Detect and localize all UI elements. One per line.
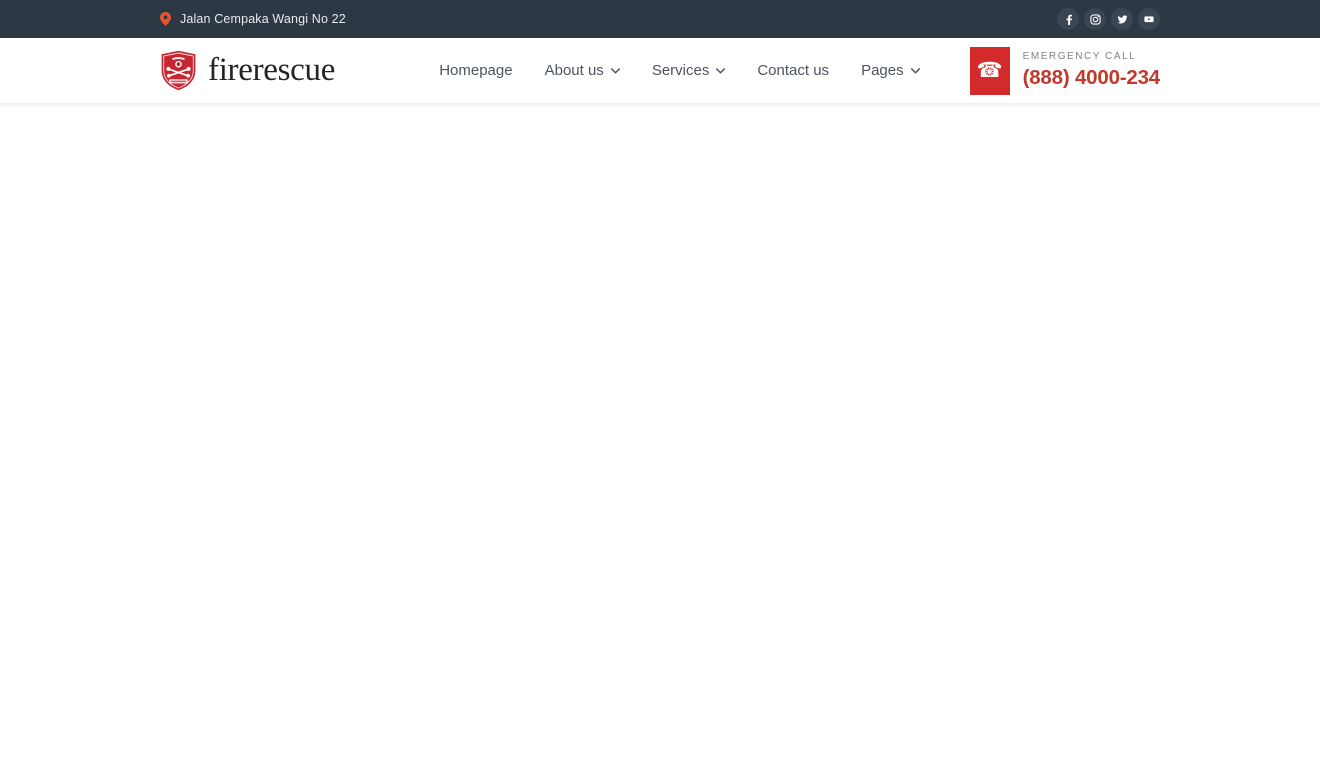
page-content-area: [0, 103, 1320, 757]
nav-item-contact-us-label: Contact us: [757, 62, 830, 79]
emergency-call-block[interactable]: ☎ EMERGENCY CALL (888) 4000-234: [969, 46, 1161, 95]
header-right: Homepage About us Services Contact us Pa…: [423, 46, 1161, 95]
social-links: [1057, 8, 1160, 30]
nav-item-about-us[interactable]: About us: [529, 63, 636, 78]
nav-item-contact-us[interactable]: Contact us: [741, 63, 845, 78]
nav-item-pages[interactable]: Pages: [845, 63, 936, 78]
brand-name-text: firerescue: [208, 52, 336, 88]
facebook-icon[interactable]: [1057, 8, 1079, 30]
chevron-down-icon: [716, 67, 726, 74]
main-navigation: Homepage About us Services Contact us Pa…: [423, 63, 935, 78]
emergency-call-text: EMERGENCY CALL (888) 4000-234: [1010, 47, 1161, 95]
emergency-call-label: EMERGENCY CALL: [1022, 51, 1137, 63]
nav-item-services[interactable]: Services: [636, 63, 742, 78]
brand-logo[interactable]: firerescue: [160, 50, 335, 91]
nav-item-services-label: Services: [651, 62, 710, 79]
instagram-icon[interactable]: [1084, 8, 1106, 30]
top-bar-address-text: Jalan Cempaka Wangi No 22: [180, 11, 346, 26]
chevron-down-icon: [610, 67, 620, 74]
twitter-icon[interactable]: [1111, 8, 1133, 30]
nav-item-about-us-label: About us: [544, 62, 604, 79]
chevron-down-icon: [910, 67, 920, 74]
nav-item-homepage[interactable]: Homepage: [423, 63, 528, 78]
top-bar-location: Jalan Cempaka Wangi No 22: [160, 12, 346, 26]
youtube-icon[interactable]: [1138, 8, 1160, 30]
top-bar: Jalan Cempaka Wangi No 22: [0, 0, 1320, 38]
telephone-glyph: ☎: [976, 59, 1003, 82]
map-pin-icon: [160, 12, 171, 26]
fire-rescue-shield-badge-icon: [160, 50, 197, 91]
nav-item-homepage-label: Homepage: [439, 62, 513, 79]
nav-item-pages-label: Pages: [861, 62, 904, 79]
telephone-icon: ☎: [969, 46, 1010, 95]
emergency-call-number[interactable]: (888) 4000-234: [1023, 68, 1161, 89]
site-header: firerescue Homepage About us Services Co…: [0, 38, 1320, 108]
